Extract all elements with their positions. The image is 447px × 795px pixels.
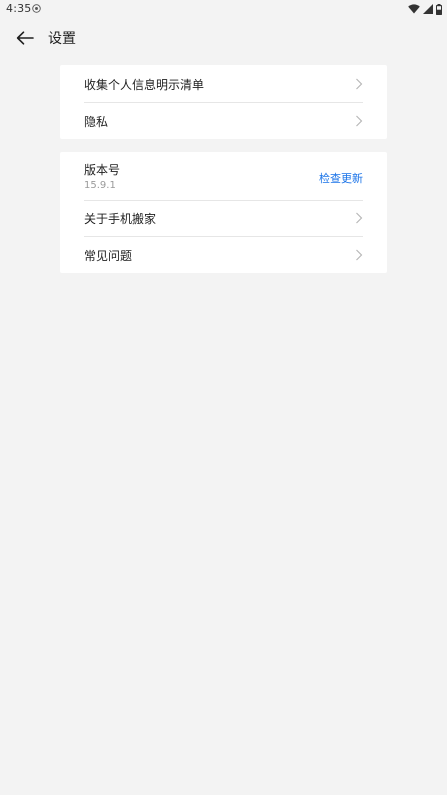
privacy-label: 隐私 xyxy=(84,115,109,129)
version-item: 版本号 15.9.1 检查更新 xyxy=(84,152,363,200)
back-button[interactable] xyxy=(12,25,38,51)
signal-icon xyxy=(423,4,433,14)
chevron-right-icon xyxy=(356,249,363,261)
privacy-item[interactable]: 隐私 xyxy=(84,103,363,139)
about-phone-clone-label: 关于手机搬家 xyxy=(84,212,157,226)
chevron-right-icon xyxy=(356,115,363,127)
version-number: 15.9.1 xyxy=(84,180,116,191)
arrow-left-icon xyxy=(16,31,34,45)
about-phone-clone-item[interactable]: 关于手机搬家 xyxy=(84,201,363,236)
status-bar: 4:35 xyxy=(0,0,447,18)
personal-info-list-label: 收集个人信息明示清单 xyxy=(84,78,205,92)
status-time: 4:35 xyxy=(6,2,32,15)
faq-item[interactable]: 常见问题 xyxy=(84,237,363,273)
personal-info-list-item[interactable]: 收集个人信息明示清单 xyxy=(84,65,363,102)
settings-card-about: 版本号 15.9.1 检查更新 关于手机搬家 常见问题 xyxy=(60,152,387,273)
status-icons xyxy=(408,3,442,15)
battery-icon xyxy=(436,3,442,15)
title-bar: 设置 xyxy=(0,18,447,56)
check-update-button[interactable]: 检查更新 xyxy=(319,170,363,186)
settings-card-privacy: 收集个人信息明示清单 隐私 xyxy=(60,65,387,139)
notification-eye-icon xyxy=(32,4,41,13)
page-title: 设置 xyxy=(48,31,76,47)
wifi-icon xyxy=(408,4,420,14)
faq-label: 常见问题 xyxy=(84,249,133,263)
version-label: 版本号 xyxy=(84,163,121,177)
chevron-right-icon xyxy=(356,212,363,224)
chevron-right-icon xyxy=(356,78,363,90)
